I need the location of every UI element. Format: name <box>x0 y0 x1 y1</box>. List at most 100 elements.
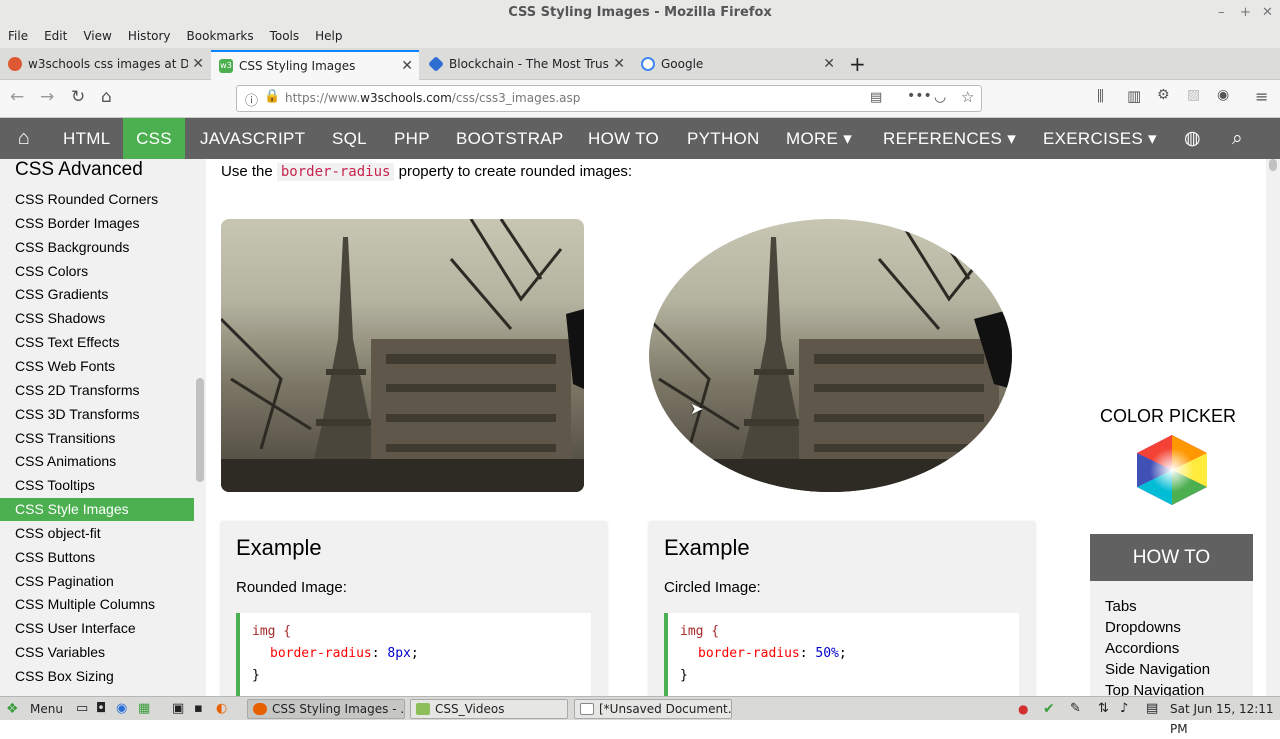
terminal-launcher-icon[interactable]: ▪ <box>194 699 203 719</box>
sidebar-item-css-animations[interactable]: CSS Animations <box>0 450 194 473</box>
taskbar-window-firefox[interactable]: CSS Styling Images - ... <box>247 699 405 719</box>
close-tab-icon[interactable]: ✕ <box>188 50 204 78</box>
sidebar-item-css-pagination[interactable]: CSS Pagination <box>0 570 194 593</box>
tab-blockchain[interactable]: Blockchain - The Most Truste ✕ <box>421 50 631 80</box>
menu-tools[interactable]: Tools <box>270 29 300 43</box>
nav-exercises[interactable]: EXERCISES ▾ <box>1043 118 1157 159</box>
globe-icon[interactable]: ◍ <box>1184 118 1201 159</box>
sidebar-item-css-object-fit[interactable]: CSS object-fit <box>0 522 194 545</box>
page-actions-icon[interactable]: ••• <box>907 88 932 104</box>
back-icon[interactable]: ← <box>10 87 24 107</box>
record-indicator-icon[interactable]: ● <box>1018 699 1028 719</box>
nav-python[interactable]: PYTHON <box>687 118 760 159</box>
menu-view[interactable]: View <box>83 29 111 43</box>
close-window-icon[interactable]: ✕ <box>1262 0 1273 26</box>
extension-disabled-icon[interactable]: ▨ <box>1187 87 1200 103</box>
sidebar-item-css-rounded-corners[interactable]: CSS Rounded Corners <box>0 188 194 211</box>
sidebar-item-css-shadows[interactable]: CSS Shadows <box>0 307 194 330</box>
color-hexagon-icon[interactable] <box>1135 435 1209 505</box>
nav-javascript[interactable]: JAVASCRIPT <box>200 118 305 159</box>
sidebar-item-css-backgrounds[interactable]: CSS Backgrounds <box>0 236 194 259</box>
browser-launcher-icon[interactable]: ◉ <box>116 699 127 719</box>
nav-bootstrap[interactable]: BOOTSTRAP <box>456 118 564 159</box>
nav-how-to[interactable]: HOW TO <box>588 118 659 159</box>
reader-view-icon[interactable]: ▤ <box>870 90 882 105</box>
close-tab-icon[interactable]: ✕ <box>609 50 625 78</box>
sidebar-item-css-gradients[interactable]: CSS Gradients <box>0 283 194 306</box>
nav-html[interactable]: HTML <box>63 118 110 159</box>
sidebar-item-css-multiple-columns[interactable]: CSS Multiple Columns <box>0 593 194 616</box>
howto-top-navigation-link[interactable]: Top Navigation <box>1105 680 1238 696</box>
menu-history[interactable]: History <box>128 29 171 43</box>
taskbar-window-editor[interactable]: [*Unsaved Document... <box>574 699 732 719</box>
close-tab-icon[interactable]: ✕ <box>401 52 413 80</box>
bookmark-star-icon[interactable]: ☆ <box>961 88 974 106</box>
page-scrollbar-thumb[interactable] <box>1269 159 1277 171</box>
sidebar-toggle-icon[interactable]: ▥ <box>1127 87 1141 105</box>
menu-file[interactable]: File <box>8 29 28 43</box>
extension-icon[interactable]: ⚙ <box>1157 87 1170 103</box>
maximize-icon[interactable]: + <box>1240 0 1251 26</box>
nav-php[interactable]: PHP <box>394 118 430 159</box>
sidebar-item-css-2d-transforms[interactable]: CSS 2D Transforms <box>0 379 194 402</box>
howto-dropdowns-link[interactable]: Dropdowns <box>1105 617 1238 638</box>
home-icon[interactable]: ⌂ <box>101 87 112 107</box>
sidebar-item-css-buttons[interactable]: CSS Buttons <box>0 546 194 569</box>
search-icon[interactable]: ⌕ <box>1232 118 1243 159</box>
page-scrollbar[interactable] <box>1266 159 1280 696</box>
howto-tabs-link[interactable]: Tabs <box>1105 596 1238 617</box>
menu-edit[interactable]: Edit <box>44 29 67 43</box>
sidebar-item-css-style-images[interactable]: CSS Style Images <box>0 498 194 522</box>
library-icon[interactable]: ⫼ <box>1097 87 1104 105</box>
site-home-icon[interactable]: ⌂ <box>0 118 48 159</box>
forward-icon[interactable]: → <box>40 87 54 107</box>
menu-bookmarks[interactable]: Bookmarks <box>187 29 254 43</box>
pen-tool-icon[interactable]: ✎ <box>1070 699 1081 719</box>
tab-css-styling-images[interactable]: w3 CSS Styling Images ✕ <box>211 50 419 80</box>
nav-sql[interactable]: SQL <box>332 118 367 159</box>
calendar-icon[interactable]: ▤ <box>1146 699 1158 719</box>
sidebar-item-css-transitions[interactable]: CSS Transitions <box>0 427 194 450</box>
close-tab-icon[interactable]: ✕ <box>823 50 835 78</box>
howto-accordions-link[interactable]: Accordions <box>1105 638 1238 659</box>
pocket-icon[interactable]: ◡ <box>934 89 946 105</box>
nav-css[interactable]: CSS <box>123 118 185 159</box>
account-icon[interactable]: ◉ <box>1217 87 1229 103</box>
volume-icon[interactable]: ♪ <box>1120 699 1128 719</box>
howto-side-navigation-link[interactable]: Side Navigation <box>1105 659 1238 680</box>
start-menu-button[interactable]: Menu <box>30 699 63 719</box>
menu-help[interactable]: Help <box>315 29 342 43</box>
tab-duckduckgo[interactable]: w3schools css images at Duc ✕ <box>0 50 210 80</box>
color-picker-title[interactable]: COLOR PICKER <box>1100 406 1236 427</box>
sidebar-item-css-colors[interactable]: CSS Colors <box>0 260 194 283</box>
sidebar-item-css-variables[interactable]: CSS Variables <box>0 641 194 664</box>
firefox-launcher-icon[interactable]: ◐ <box>216 699 227 719</box>
url-bar[interactable]: ⓘ 🔒 https://www.w3schools.com/css/css3_i… <box>236 85 982 112</box>
tab-google[interactable]: Google ✕ <box>633 50 841 80</box>
nav-references[interactable]: REFERENCES ▾ <box>883 118 1016 159</box>
tab-bar: w3schools css images at Duc ✕ w3 CSS Sty… <box>0 48 1280 80</box>
camera-launcher-icon[interactable]: ◘ <box>96 699 106 719</box>
files-launcher-icon[interactable]: ▭ <box>76 699 88 719</box>
sidebar-item-css-web-fonts[interactable]: CSS Web Fonts <box>0 355 194 378</box>
minimize-icon[interactable]: – <box>1218 0 1225 26</box>
sidebar-item-css-3d-transforms[interactable]: CSS 3D Transforms <box>0 403 194 426</box>
mint-menu-icon[interactable]: ❖ <box>6 699 19 719</box>
reload-icon[interactable]: ↻ <box>71 87 85 107</box>
sidebar-item-css-user-interface[interactable]: CSS User Interface <box>0 617 194 640</box>
workspace-launcher-icon[interactable]: ▣ <box>172 699 184 719</box>
hamburger-menu-icon[interactable]: ≡ <box>1255 87 1268 106</box>
sidebar-scrollbar-thumb[interactable] <box>196 378 204 482</box>
sidebar-item-css-tooltips[interactable]: CSS Tooltips <box>0 474 194 497</box>
network-icon[interactable]: ⇅ <box>1098 699 1109 719</box>
shield-check-icon[interactable]: ✔ <box>1043 699 1055 719</box>
sidebar-item-css-border-images[interactable]: CSS Border Images <box>0 212 194 235</box>
sidebar-item-css-text-effects[interactable]: CSS Text Effects <box>0 331 194 354</box>
new-tab-button[interactable]: + <box>843 50 873 80</box>
nav-more[interactable]: MORE ▾ <box>786 118 852 159</box>
clock[interactable]: Sat Jun 15, 12:11 PM <box>1170 699 1280 736</box>
taskbar-window-folder[interactable]: CSS_Videos <box>410 699 568 719</box>
spreadsheet-launcher-icon[interactable]: ▦ <box>138 699 150 719</box>
sidebar-item-css-box-sizing[interactable]: CSS Box Sizing <box>0 665 194 688</box>
info-icon[interactable]: ⓘ <box>245 90 258 109</box>
